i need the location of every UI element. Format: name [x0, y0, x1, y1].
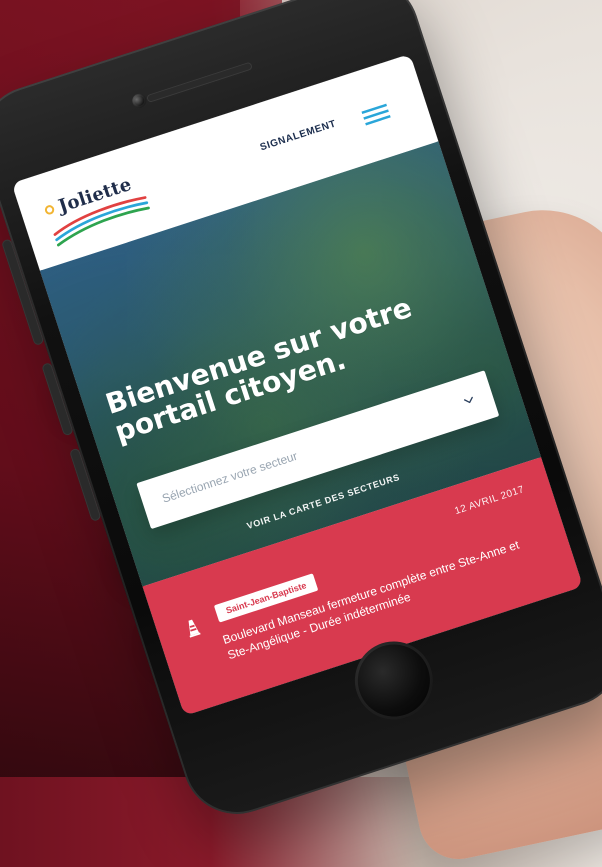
traffic-cone-icon: [188, 619, 201, 638]
signalement-link[interactable]: SIGNALEMENT: [259, 118, 338, 153]
menu-icon: [361, 103, 391, 126]
menu-button[interactable]: [349, 91, 403, 138]
alert-date: 12 AVRIL 2017: [453, 484, 526, 518]
chevron-down-icon: [463, 396, 473, 404]
brand-logo[interactable]: Joliette: [39, 168, 158, 247]
